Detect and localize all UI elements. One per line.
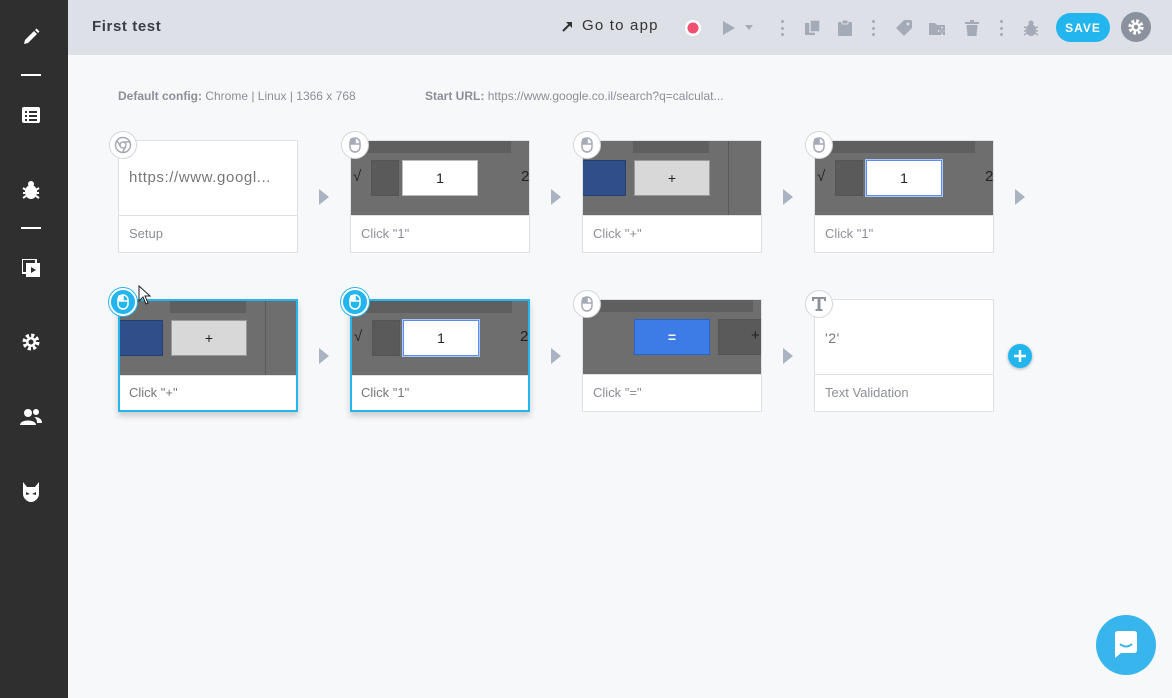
chat-button[interactable] bbox=[1096, 615, 1156, 675]
toolbar: First test Go to app SAVE bbox=[68, 0, 1172, 55]
mouse-cursor-icon bbox=[138, 284, 152, 310]
step-card[interactable]: = + Click "=" bbox=[582, 299, 762, 412]
sidebar bbox=[0, 0, 68, 698]
start-url: Start URL: https://www.google.co.il/sear… bbox=[425, 89, 723, 103]
play-button[interactable] bbox=[718, 17, 740, 39]
step-card[interactable]: √ 1 2 Click "1" bbox=[350, 140, 530, 253]
record-icon bbox=[685, 20, 701, 36]
mouse-icon bbox=[109, 288, 137, 316]
step-caption: Click "=" bbox=[593, 385, 642, 400]
pencil-icon[interactable] bbox=[19, 25, 43, 49]
tag-icon bbox=[896, 20, 912, 36]
arrow-up-right-icon bbox=[562, 21, 572, 32]
chat-icon bbox=[1115, 631, 1137, 658]
step-arrow-icon bbox=[783, 348, 793, 364]
play-options-dropdown[interactable] bbox=[742, 17, 756, 39]
more-menu-button[interactable] bbox=[779, 18, 785, 38]
start-url-label: Start URL: bbox=[425, 89, 485, 103]
step-caption: Click "1" bbox=[361, 226, 410, 241]
step-screenshot-thumbnail: + bbox=[120, 301, 296, 375]
step-caption: Click "+" bbox=[593, 226, 642, 241]
list-icon[interactable] bbox=[19, 103, 43, 127]
video-playlist-icon[interactable] bbox=[19, 256, 43, 280]
step-card[interactable]: √ 1 2 Click "1" bbox=[350, 299, 530, 412]
bug-icon bbox=[1024, 20, 1038, 36]
step-card[interactable]: + Click "+" bbox=[582, 140, 762, 253]
mask-logo-icon[interactable] bbox=[19, 480, 43, 504]
step-card[interactable]: https://www.googl... Setup bbox=[118, 140, 298, 253]
step-arrow-icon bbox=[551, 348, 561, 364]
add-step-button[interactable] bbox=[1008, 344, 1032, 368]
step-divider bbox=[583, 374, 761, 375]
step-divider bbox=[815, 374, 993, 375]
copy-icon bbox=[805, 20, 821, 35]
copy-button[interactable] bbox=[802, 17, 824, 39]
more-menu-button[interactable] bbox=[998, 18, 1004, 38]
start-url-value[interactable]: https://www.google.co.il/search?q=calcul… bbox=[488, 89, 724, 103]
record-button[interactable] bbox=[682, 17, 704, 39]
step-card[interactable]: '2' Text Validation bbox=[814, 299, 994, 412]
mouse-icon bbox=[805, 131, 833, 159]
step-arrow-icon bbox=[1015, 189, 1025, 205]
step-arrow-icon bbox=[551, 189, 561, 205]
bug-icon[interactable] bbox=[19, 178, 43, 202]
step-arrow-icon bbox=[783, 189, 793, 205]
step-screenshot-thumbnail: √ 1 2 bbox=[351, 141, 529, 215]
go-to-app-link[interactable]: Go to app bbox=[562, 17, 659, 34]
step-arrow-icon bbox=[319, 348, 329, 364]
step-screenshot-thumbnail: = + bbox=[583, 300, 761, 374]
debug-button[interactable] bbox=[1020, 17, 1042, 39]
sidebar-divider bbox=[21, 74, 41, 76]
save-button[interactable]: SAVE bbox=[1056, 13, 1110, 42]
validation-value-text: '2' bbox=[825, 330, 840, 346]
step-screenshot-thumbnail: √ 1 2 bbox=[352, 301, 528, 375]
go-to-app-label: Go to app bbox=[582, 17, 659, 34]
gear-icon[interactable] bbox=[19, 330, 43, 354]
step-card[interactable]: √ 1 2 Click "1" bbox=[814, 140, 994, 253]
step-arrow-icon bbox=[319, 189, 329, 205]
folder-plus-icon bbox=[929, 22, 946, 35]
users-icon[interactable] bbox=[19, 405, 43, 429]
trash-icon bbox=[965, 20, 979, 36]
step-caption: Click "1" bbox=[825, 226, 874, 241]
step-divider bbox=[352, 375, 528, 376]
delete-button[interactable] bbox=[961, 17, 983, 39]
settings-button[interactable] bbox=[1121, 12, 1151, 42]
test-title[interactable]: First test bbox=[92, 18, 161, 35]
play-icon bbox=[723, 21, 735, 35]
default-config-value[interactable]: Chrome | Linux | 1366 x 768 bbox=[205, 89, 355, 103]
add-to-folder-button[interactable] bbox=[927, 17, 949, 39]
paste-button[interactable] bbox=[834, 17, 856, 39]
default-config: Default config: Chrome | Linux | 1366 x … bbox=[118, 89, 356, 103]
step-divider bbox=[119, 215, 297, 216]
caret-down-icon bbox=[745, 25, 753, 30]
tag-button[interactable] bbox=[893, 17, 915, 39]
mouse-icon bbox=[573, 290, 601, 318]
mouse-icon bbox=[341, 131, 369, 159]
step-divider bbox=[583, 215, 761, 216]
default-config-label: Default config: bbox=[118, 89, 202, 103]
step-divider bbox=[351, 215, 529, 216]
step-caption: Text Validation bbox=[825, 385, 909, 400]
step-caption: Click "+" bbox=[129, 385, 178, 400]
step-screenshot-thumbnail: + bbox=[583, 141, 761, 215]
mouse-icon bbox=[341, 288, 369, 316]
step-divider bbox=[815, 215, 993, 216]
chrome-icon bbox=[109, 131, 137, 159]
clipboard-icon bbox=[838, 20, 852, 36]
setup-url-text: https://www.googl... bbox=[129, 169, 272, 186]
plus-icon bbox=[1014, 350, 1026, 362]
step-screenshot-thumbnail: √ 1 2 bbox=[815, 141, 993, 215]
more-menu-button[interactable] bbox=[870, 18, 876, 38]
step-card[interactable]: + Click "+" bbox=[118, 299, 298, 412]
step-caption: Click "1" bbox=[361, 385, 410, 400]
step-caption: Setup bbox=[129, 226, 163, 241]
mouse-icon bbox=[573, 131, 601, 159]
step-divider bbox=[120, 375, 296, 376]
gear-icon bbox=[1128, 19, 1144, 35]
sidebar-divider bbox=[21, 227, 41, 229]
text-t-icon bbox=[805, 290, 833, 318]
